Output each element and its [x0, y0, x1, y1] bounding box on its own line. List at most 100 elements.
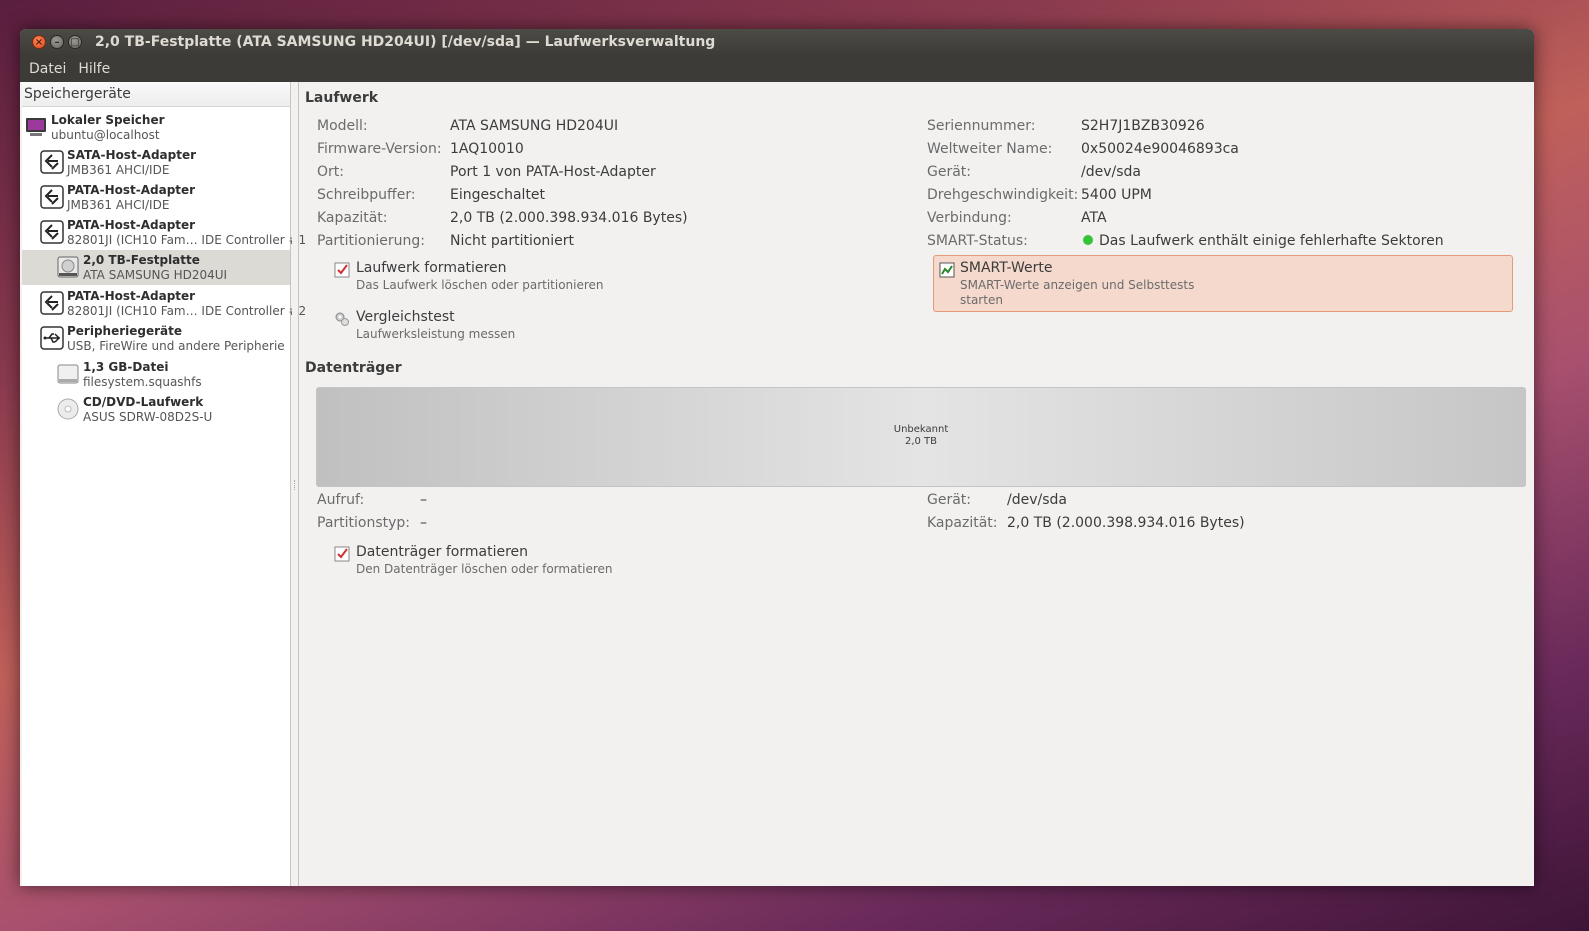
status-ok-icon [1083, 235, 1093, 245]
rotation-label: Drehgeschwindigkeit: [927, 187, 1079, 203]
sidebar-item-title: 1,3 GB-Datei [83, 360, 169, 374]
sidebar-item-pata-adapter-2[interactable]: PATA-Host-Adapter 82801JI (ICH10 Fam… ID… [22, 215, 306, 250]
storage-devices-sidebar: Speichergeräte Lokaler Speicher ubuntu@l… [22, 82, 306, 886]
host-adapter-icon [40, 185, 64, 209]
wwn-value: 0x50024e90046893ca [1081, 141, 1239, 157]
wwn-label: Weltweiter Name: [927, 141, 1053, 157]
connection-value: ATA [1081, 210, 1107, 226]
menu-file[interactable]: Datei [23, 61, 72, 77]
smart-values-subtitle-1: SMART-Werte anzeigen und Selbsttests [960, 278, 1195, 292]
partitioning-value: Nicht partitioniert [450, 233, 575, 249]
sidebar-item-title: SATA-Host-Adapter [67, 148, 197, 162]
sidebar-item-subtitle: USB, FireWire und andere Peripherie [67, 339, 285, 353]
firmware-value: 1AQ10010 [450, 141, 524, 157]
sidebar-item-subtitle: filesystem.squashfs [83, 375, 202, 389]
format-drive-title: Laufwerk formatieren [356, 260, 507, 276]
sidebar-item-title: 2,0 TB-Festplatte [83, 253, 200, 267]
partition-type-value: – [420, 515, 427, 531]
sidebar-item-title: PATA-Host-Adapter [67, 183, 196, 197]
mount-value: – [420, 492, 427, 508]
menu-help[interactable]: Hilfe [72, 61, 116, 77]
host-adapter-icon [40, 291, 64, 315]
sidebar-item-subtitle: ubuntu@localhost [51, 128, 160, 142]
capacity-label: Kapazität: [317, 210, 388, 226]
location-label: Ort: [317, 164, 344, 180]
sidebar-item-optical-drive[interactable]: CD/DVD-Laufwerk ASUS SDRW-08D2S-U [22, 392, 290, 427]
smart-values-title: SMART-Werte [960, 260, 1053, 276]
sidebar-item-subtitle: 82801JI (ICH10 Fam… IDE Controller #1 [67, 233, 307, 247]
capacity-value: 2,0 TB (2.000.398.934.016 Bytes) [450, 210, 688, 226]
format-volume-title: Datenträger formatieren [356, 544, 529, 560]
sidebar-item-title: Peripheriegeräte [67, 324, 183, 338]
sidebar-item-title: Lokaler Speicher [51, 113, 165, 127]
minimize-window-button[interactable]: – [50, 35, 64, 49]
smart-values-subtitle-2: starten [960, 293, 1003, 307]
sidebar-item-subtitle: JMB361 AHCI/IDE [67, 163, 170, 177]
benchmark-button[interactable]: Vergleichstest Laufwerksleistung messen [334, 309, 634, 345]
partition-label: Unbekannt [893, 424, 949, 435]
maximize-window-button[interactable]: □ [68, 35, 82, 49]
sidebar-item-title: PATA-Host-Adapter [67, 289, 196, 303]
partition-segment[interactable]: Unbekannt 2,0 TB [316, 387, 1526, 487]
format-volume-button[interactable]: Datenträger formatieren Den Datenträger … [334, 544, 654, 580]
gears-icon [335, 312, 349, 326]
sidebar-item-pata-adapter-3[interactable]: PATA-Host-Adapter 82801JI (ICH10 Fam… ID… [22, 286, 306, 321]
close-window-button[interactable]: × [32, 35, 46, 49]
format-icon [334, 262, 350, 278]
sidebar-item-harddisk[interactable]: 2,0 TB-Festplatte ATA SAMSUNG HD204UI [22, 250, 290, 285]
sidebar-item-subtitle: 82801JI (ICH10 Fam… IDE Controller #2 [67, 304, 307, 318]
sidebar-item-subtitle: ASUS SDRW-08D2S-U [83, 410, 213, 424]
partitioning-label: Partitionierung: [317, 233, 425, 249]
serial-label: Seriennummer: [927, 118, 1036, 134]
detail-pane: Laufwerk Modell: ATA SAMSUNG HD204UI Fir… [298, 82, 1534, 886]
device-label: Gerät: [927, 164, 972, 180]
app-window: × – □ 2,0 TB-Festplatte (ATA SAMSUNG HD2… [20, 29, 1534, 886]
format-drive-button[interactable]: Laufwerk formatieren Das Laufwerk lösche… [334, 260, 634, 296]
window-title: 2,0 TB-Festplatte (ATA SAMSUNG HD204UI) … [95, 34, 716, 50]
splitter-grip[interactable] [294, 480, 297, 490]
sidebar-item-title: CD/DVD-Laufwerk [83, 395, 204, 409]
device-value: /dev/sda [1081, 164, 1141, 180]
firmware-label: Firmware-Version: [317, 141, 442, 157]
sidebar-item-subtitle: JMB361 AHCI/IDE [67, 198, 170, 212]
title-bar: × – □ 2,0 TB-Festplatte (ATA SAMSUNG HD2… [20, 29, 1534, 56]
drive-section-title: Laufwerk [305, 90, 379, 106]
benchmark-title: Vergleichstest [356, 309, 455, 325]
sidebar-item-pata-adapter-1[interactable]: PATA-Host-Adapter JMB361 AHCI/IDE [22, 180, 290, 215]
smart-status-text: Das Laufwerk enthält einige fehlerhafte … [1099, 233, 1444, 249]
write-cache-label: Schreibpuffer: [317, 187, 416, 203]
model-value: ATA SAMSUNG HD204UI [450, 118, 619, 134]
format-icon [334, 546, 350, 562]
host-adapter-icon [40, 220, 64, 244]
smart-status-label: SMART-Status: [927, 233, 1028, 249]
format-drive-subtitle: Das Laufwerk löschen oder partitionieren [356, 278, 604, 292]
sidebar-item-sata-adapter[interactable]: SATA-Host-Adapter JMB361 AHCI/IDE [22, 145, 290, 180]
benchmark-subtitle: Laufwerksleistung messen [356, 327, 516, 341]
computer-icon [26, 118, 46, 136]
sidebar-item-local-storage[interactable]: Lokaler Speicher ubuntu@localhost [22, 110, 290, 145]
sidebar-item-file-disk[interactable]: 1,3 GB-Datei filesystem.squashfs [22, 357, 290, 392]
sidebar-item-peripherals[interactable]: Peripheriegeräte USB, FireWire und ander… [22, 321, 290, 356]
sidebar-item-subtitle: ATA SAMSUNG HD204UI [83, 268, 228, 282]
sidebar-header: Speichergeräte [22, 82, 290, 107]
volume-device-value: /dev/sda [1007, 492, 1067, 508]
volume-capacity-label: Kapazität: [927, 515, 998, 531]
rotation-value: 5400 UPM [1081, 187, 1152, 203]
smart-values-button[interactable]: SMART-Werte SMART-Werte anzeigen und Sel… [933, 255, 1513, 312]
partition-size: 2,0 TB [904, 436, 938, 447]
write-cache-value: Eingeschaltet [450, 187, 546, 203]
format-volume-subtitle: Den Datenträger löschen oder formatieren [356, 562, 613, 576]
usb-icon [40, 326, 64, 350]
volumes-section-title: Datenträger [305, 360, 402, 376]
location-value: Port 1 von PATA-Host-Adapter [450, 164, 656, 180]
connection-label: Verbindung: [927, 210, 1012, 226]
host-adapter-icon [40, 150, 64, 174]
optical-drive-icon [57, 398, 79, 420]
volume-device-label: Gerät: [927, 492, 972, 508]
serial-value: S2H7J1BZB30926 [1081, 118, 1205, 134]
smart-chart-icon [939, 262, 955, 278]
menu-bar: Datei Hilfe [20, 56, 1534, 82]
file-disk-icon [57, 364, 79, 384]
partition-type-label: Partitionstyp: [317, 515, 411, 531]
mount-label: Aufruf: [317, 492, 365, 508]
